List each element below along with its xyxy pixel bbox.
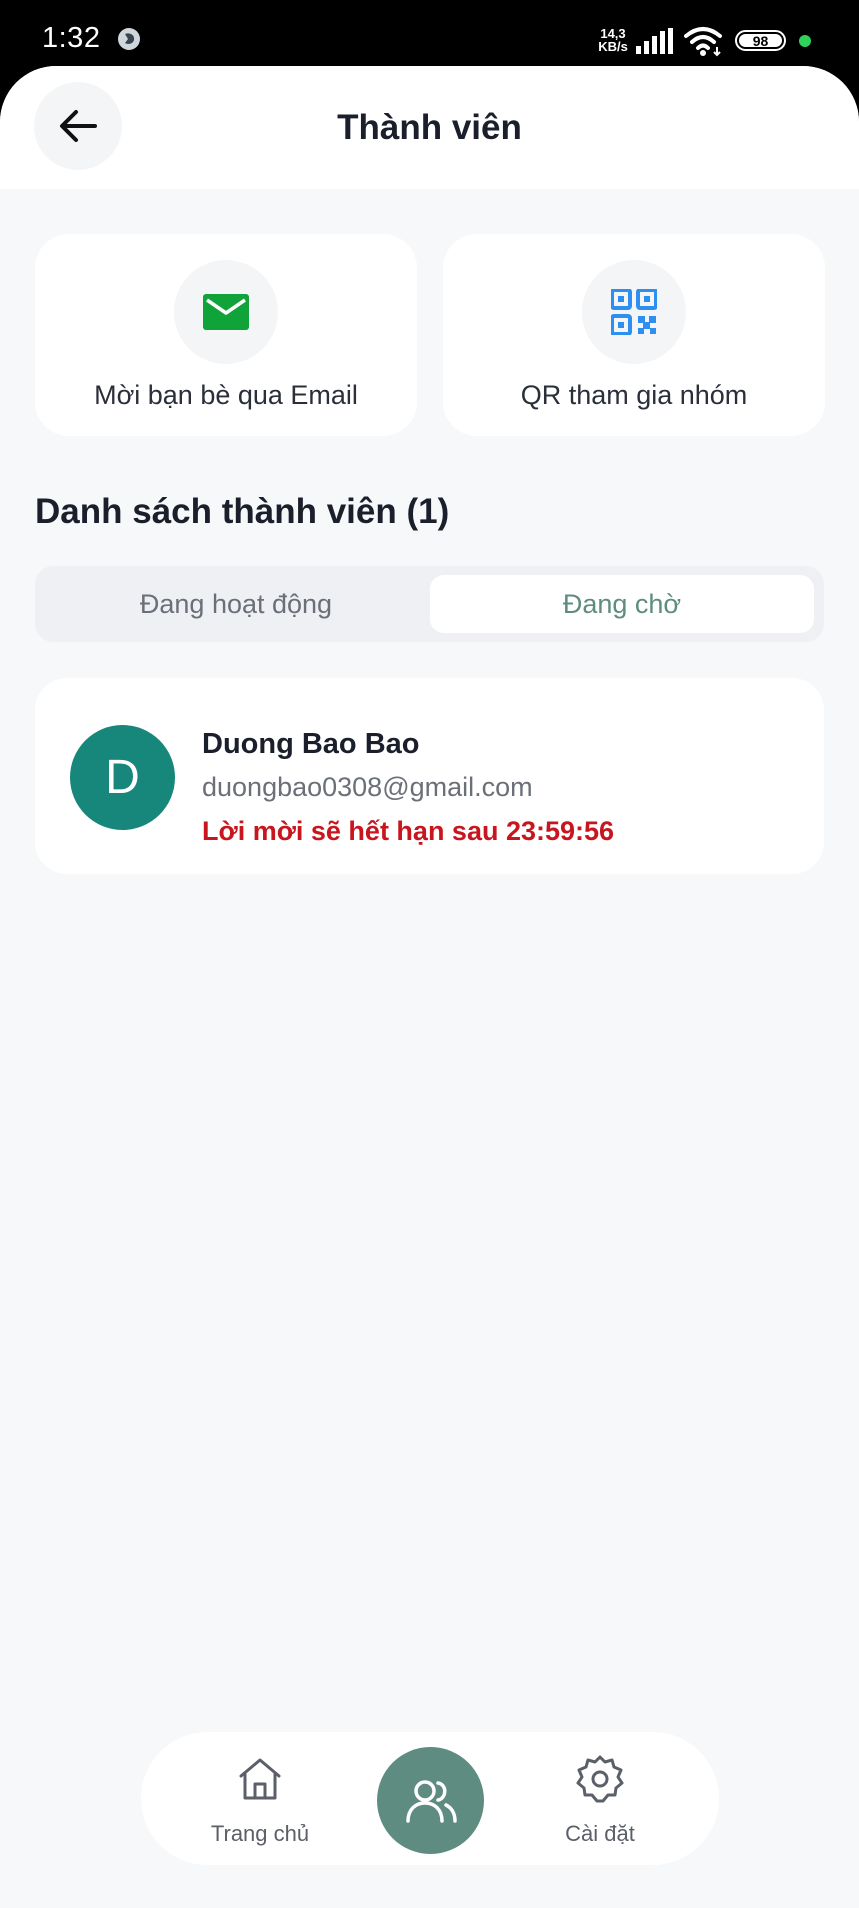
tab-active-members[interactable]: Đang hoạt động — [44, 575, 428, 633]
app-notification-icon — [118, 28, 140, 50]
status-time: 1:32 — [42, 22, 101, 54]
invite-email-icon-wrap — [174, 260, 278, 364]
invite-email-card[interactable]: Mời bạn bè qua Email — [35, 234, 417, 436]
invite-expiry-text: Lời mời sẽ hết hạn sau 23:59:56 — [202, 816, 615, 846]
network-speed-unit: KB/s — [598, 39, 628, 54]
network-speed: 14,3 KB/s — [596, 27, 630, 53]
status-bar: 1:32 14,3 KB/s 98 — [0, 0, 859, 66]
bottom-navigation: Trang chủ Cài đặt — [141, 1732, 719, 1865]
invite-email-label: Mời bạn bè qua Email — [94, 380, 358, 410]
mail-icon — [203, 294, 249, 330]
nav-settings[interactable]: Cài đặt — [525, 1732, 675, 1865]
qr-join-card[interactable]: QR tham gia nhóm — [443, 234, 825, 436]
avatar: D — [70, 725, 175, 830]
home-icon — [239, 1758, 281, 1800]
wifi-icon — [684, 27, 722, 57]
qr-code-icon — [611, 289, 657, 335]
gear-icon — [576, 1755, 624, 1803]
member-status-tabs: Đang hoạt động Đang chờ — [35, 566, 824, 642]
qr-join-icon-wrap — [582, 260, 686, 364]
member-list-title: Danh sách thành viên (1) — [35, 492, 450, 531]
nav-home-label: Trang chủ — [210, 1821, 310, 1846]
privacy-indicator-dot — [799, 35, 811, 47]
app-header: Thành viên — [0, 66, 859, 189]
battery-indicator: 98 — [735, 30, 786, 51]
page-title: Thành viên — [337, 108, 522, 147]
battery-percent: 98 — [752, 32, 769, 49]
tab-pending-members[interactable]: Đang chờ — [430, 575, 814, 633]
nav-members[interactable] — [377, 1747, 484, 1854]
member-email: duongbao0308@gmail.com — [202, 772, 533, 802]
members-screen: Thành viên Mời bạn bè qua Email QR tham … — [0, 66, 859, 1908]
members-icon — [405, 1779, 457, 1823]
member-name: Duong Bao Bao — [202, 728, 420, 760]
nav-settings-label: Cài đặt — [565, 1821, 635, 1846]
member-list-item[interactable]: D Duong Bao Bao duongbao0308@gmail.com L… — [35, 678, 824, 874]
cell-signal-icon — [636, 28, 673, 54]
nav-home[interactable]: Trang chủ — [185, 1732, 335, 1865]
qr-join-label: QR tham gia nhóm — [520, 380, 748, 410]
